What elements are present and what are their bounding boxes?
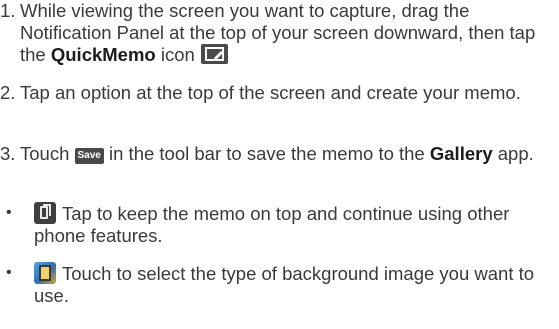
bullet-symbol: • xyxy=(6,204,12,221)
bullet-symbol: • xyxy=(6,264,12,281)
step-1: 1. While viewing the screen you want to … xyxy=(0,0,559,66)
bullet-text: Touch to select the type of background i… xyxy=(34,262,535,306)
quickmemo-label: QuickMemo xyxy=(50,44,156,65)
step-number: 3. xyxy=(0,143,16,164)
quickmemo-icon xyxy=(200,44,228,64)
step-text: While viewing the screen you want to cap… xyxy=(20,0,536,65)
instructions-document: 1. While viewing the screen you want to … xyxy=(0,0,559,329)
bullet-keep-on-top: • Tap to keep the memo on top and contin… xyxy=(0,202,559,247)
step-number: 1. xyxy=(0,0,16,21)
step-3: 3. Touch Save in the tool bar to save th… xyxy=(0,143,559,165)
bullet-background: • Touch to select the type of background… xyxy=(0,262,559,307)
step-number: 2. xyxy=(0,82,16,103)
bullet-text: Tap to keep the memo on top and continue… xyxy=(34,202,510,246)
background-icon xyxy=(34,262,56,284)
step-text: Touch Save in the tool bar to save the m… xyxy=(20,143,534,164)
step-2: 2. Tap an option at the top of the scree… xyxy=(0,82,559,104)
save-badge: Save xyxy=(74,148,104,164)
gallery-label: Gallery xyxy=(429,143,493,164)
keep-on-top-icon xyxy=(34,202,56,224)
step-text: Tap an option at the top of the screen a… xyxy=(20,82,521,103)
